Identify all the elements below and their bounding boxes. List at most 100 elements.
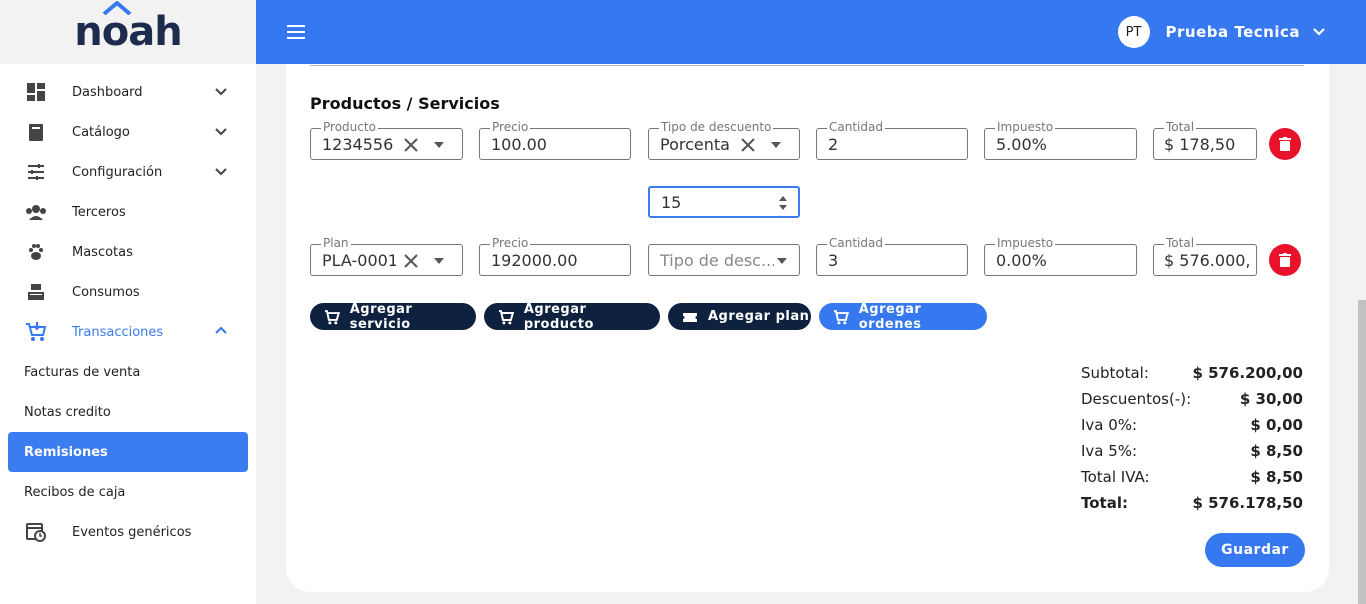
total-iva-row: Total IVA: $ 8,50: [1081, 464, 1303, 490]
logo[interactable]: noah: [74, 1, 183, 55]
sidebar-subitem-label: Facturas de venta: [24, 364, 141, 380]
add-plan-label: Agregar plan: [708, 309, 810, 324]
dropdown-arrow-icon[interactable]: [771, 142, 781, 148]
totals-value: $ 576.178,50: [1192, 494, 1303, 512]
sidebar-subitem-facturas[interactable]: Facturas de venta: [0, 352, 256, 392]
tax-value: 5.00%: [996, 135, 1047, 154]
add-orders-button[interactable]: Agregar ordenes: [819, 301, 987, 332]
chevron-down-icon: [215, 88, 227, 96]
total-input[interactable]: Total $ 178,50: [1153, 120, 1257, 160]
totals-value: $ 0,00: [1250, 416, 1303, 434]
cart-icon: [24, 320, 48, 344]
sidebar-item-label: Terceros: [72, 204, 126, 220]
sidebar-item-transacciones[interactable]: Transacciones: [0, 312, 256, 352]
iva5-row: Iva 5%: $ 8,50: [1081, 438, 1303, 464]
sidebar-item-configuracion[interactable]: Configuración: [0, 152, 256, 192]
clear-icon[interactable]: [403, 253, 419, 269]
product-label: Producto: [321, 120, 378, 134]
sidebar: noah Dashboard Catálogo Configuración Te…: [0, 0, 256, 604]
add-product-button[interactable]: Agregar producto: [484, 301, 660, 332]
plan-select[interactable]: Plan PLA-0001: [310, 236, 463, 276]
paw-icon: [24, 240, 48, 264]
section-title: Productos / Servicios: [310, 94, 500, 113]
totals-label: Total:: [1081, 494, 1128, 512]
totals-label: Iva 0%:: [1081, 416, 1138, 434]
discount-value-input[interactable]: 15: [648, 186, 800, 218]
add-orders-label: Agregar ordenes: [858, 301, 922, 332]
plan-price-input[interactable]: Precio 192000.00: [479, 236, 631, 276]
delete-row-button[interactable]: [1269, 128, 1301, 160]
totals-value: $ 576.200,00: [1192, 364, 1303, 382]
tax-label: Impuesto: [995, 236, 1056, 250]
add-product-label: Agregar producto: [523, 301, 594, 332]
catalog-icon: [24, 120, 48, 144]
sidebar-item-catalogo[interactable]: Catálogo: [0, 112, 256, 152]
clear-icon[interactable]: [403, 137, 419, 153]
save-button[interactable]: Guardar: [1205, 533, 1305, 567]
price-value: 100.00: [491, 135, 547, 154]
menu-icon[interactable]: [286, 22, 306, 42]
sidebar-item-label: Transacciones: [72, 324, 164, 340]
user-menu[interactable]: PT Prueba Tecnica: [1117, 16, 1326, 48]
textarea-edge: [310, 64, 1304, 66]
price-input[interactable]: Precio 100.00: [479, 120, 631, 160]
plan-tax-input[interactable]: Impuesto 0.00%: [984, 236, 1137, 276]
add-service-label: Agregar servicio: [349, 301, 413, 332]
totals-label: Iva 5%:: [1081, 442, 1138, 460]
discount-type-select[interactable]: Tipo de descuento Porcenta: [648, 120, 800, 160]
product-select[interactable]: Producto 1234556 -: [310, 120, 463, 160]
total-label: Total: [1164, 120, 1197, 134]
dropdown-arrow-icon[interactable]: [434, 142, 444, 148]
sidebar-item-label: Mascotas: [72, 244, 133, 260]
cash-register-icon: [24, 280, 48, 304]
chevron-down-icon: [1313, 28, 1325, 36]
main-card: Productos / Servicios Producto 1234556 -…: [286, 64, 1329, 592]
totals-value: $ 8,50: [1250, 468, 1303, 486]
dropdown-arrow-icon[interactable]: [434, 258, 444, 264]
sidebar-item-consumos[interactable]: Consumos: [0, 272, 256, 312]
discount-type-placeholder: Tipo de desc...: [660, 251, 774, 270]
avatar: PT: [1117, 16, 1150, 48]
sidebar-item-label: Consumos: [72, 284, 140, 300]
totals-value: $ 30,00: [1239, 390, 1303, 408]
settings-sliders-icon: [24, 160, 48, 184]
ticket-icon: [683, 312, 697, 322]
sidebar-item-terceros[interactable]: Terceros: [0, 192, 256, 232]
cart-icon: [324, 309, 340, 324]
delete-row-button[interactable]: [1269, 244, 1301, 276]
add-plan-button[interactable]: Agregar plan: [668, 303, 811, 330]
sidebar-item-label: Configuración: [72, 164, 163, 180]
clear-icon[interactable]: [740, 137, 756, 153]
sidebar-subitem-recibos[interactable]: Recibos de caja: [0, 472, 256, 512]
sidebar-item-label: Catálogo: [72, 124, 130, 140]
grand-total-row: Total: $ 576.178,50: [1081, 490, 1303, 516]
sidebar-subitem-remisiones[interactable]: Remisiones: [8, 432, 248, 472]
stepper-icon[interactable]: [778, 194, 788, 212]
chevron-down-icon: [215, 168, 227, 176]
sidebar-item-dashboard[interactable]: Dashboard: [0, 72, 256, 112]
quantity-value: 2: [828, 135, 839, 154]
quantity-input[interactable]: Cantidad 2: [816, 120, 968, 160]
sidebar-item-mascotas[interactable]: Mascotas: [0, 232, 256, 272]
topbar: PT Prueba Tecnica: [256, 0, 1366, 64]
plan-discount-type-select[interactable]: Tipo de desc...: [648, 244, 800, 276]
add-service-button[interactable]: Agregar servicio: [310, 301, 476, 332]
totals-summary: Subtotal: $ 576.200,00 Descuentos(-): $ 30…: [1081, 360, 1303, 516]
discount-type-value: Porcenta: [660, 135, 730, 154]
sidebar-item-label: Dashboard: [72, 84, 143, 100]
discounts-row: Descuentos(-): $ 30,00: [1081, 386, 1303, 412]
tax-input[interactable]: Impuesto 5.00%: [984, 120, 1137, 160]
discount-type-label: Tipo de descuento: [659, 120, 774, 134]
plan-total-input[interactable]: Total $ 576.000,: [1153, 236, 1257, 276]
people-icon: [24, 200, 48, 224]
total-label: Total: [1164, 236, 1197, 250]
sidebar-subitem-notas-credito[interactable]: Notas credito: [0, 392, 256, 432]
iva0-row: Iva 0%: $ 0,00: [1081, 412, 1303, 438]
cart-icon: [833, 309, 849, 324]
price-label: Precio: [490, 120, 531, 134]
plan-quantity-input[interactable]: Cantidad 3: [816, 236, 968, 276]
product-value: 1234556 -: [322, 135, 394, 154]
sidebar-item-eventos[interactable]: Eventos genéricos: [0, 512, 256, 552]
dropdown-arrow-icon[interactable]: [777, 258, 787, 264]
page-scrollbar[interactable]: [1358, 300, 1366, 604]
